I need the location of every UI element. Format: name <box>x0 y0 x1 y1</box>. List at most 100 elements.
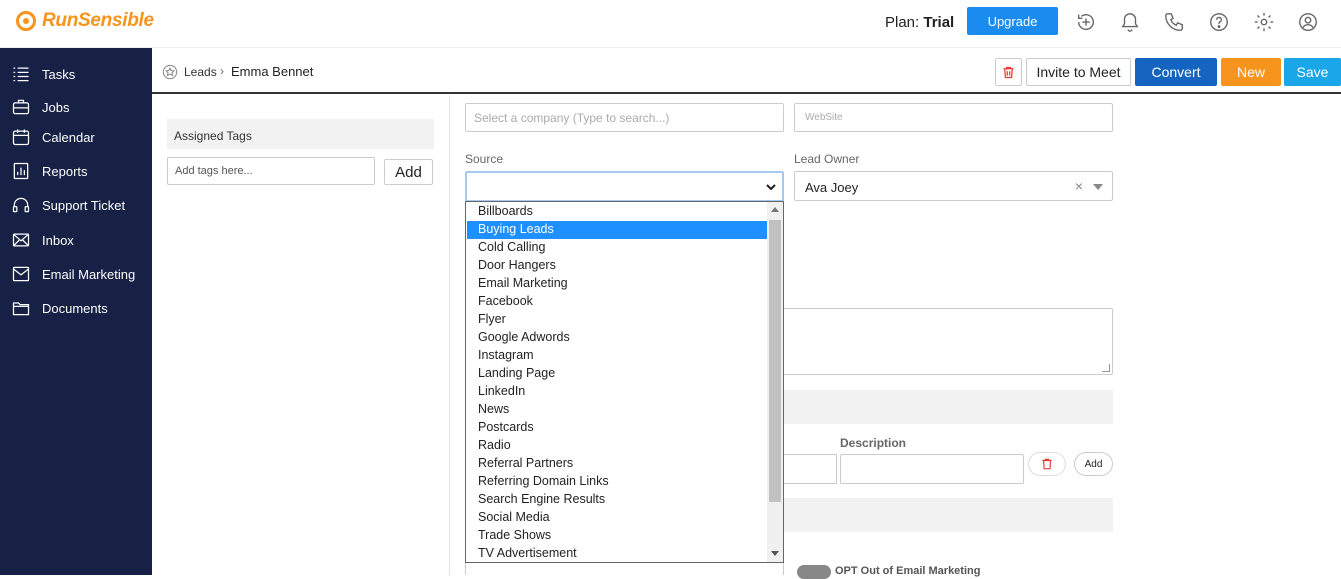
chevron-down-icon <box>766 184 776 191</box>
plan-indicator: Plan: Trial <box>885 14 954 31</box>
add-icon[interactable] <box>1075 11 1097 33</box>
trash-icon <box>1003 66 1014 78</box>
upgrade-button[interactable]: Upgrade <box>967 7 1058 35</box>
jobs-icon <box>10 97 32 117</box>
add-row-button[interactable]: Add <box>1074 452 1113 476</box>
plan-label: Plan: <box>885 14 920 31</box>
sidebar-item-inbox[interactable]: Inbox <box>0 227 152 253</box>
leads-star-icon <box>162 64 178 80</box>
lead-owner-value: Ava Joey <box>805 180 859 195</box>
page-title: Emma Bennet <box>231 64 314 79</box>
scroll-up-icon[interactable] <box>771 207 779 212</box>
source-option[interactable]: Social Media <box>467 509 767 527</box>
source-options-list[interactable]: Billboards Buying Leads Cold Calling Door H… <box>465 201 784 563</box>
source-option[interactable]: Flyer <box>467 311 767 329</box>
sidebar-item-tasks[interactable]: Tasks <box>0 61 152 87</box>
notes-textarea[interactable] <box>781 308 1113 375</box>
description-input[interactable] <box>840 454 1024 484</box>
calendar-icon <box>10 127 32 147</box>
opt-out-label: OPT Out of Email Marketing <box>835 565 981 577</box>
source-option[interactable]: Email Marketing <box>467 275 767 293</box>
brand-name: RunSensible <box>42 10 154 31</box>
new-button[interactable]: New <box>1221 58 1281 86</box>
source-option[interactable]: Facebook <box>467 293 767 311</box>
source-option[interactable]: Google Adwords <box>467 329 767 347</box>
gear-icon[interactable] <box>1253 11 1275 33</box>
help-icon[interactable] <box>1208 11 1230 33</box>
resize-handle-icon[interactable] <box>1102 364 1110 372</box>
user-icon[interactable] <box>1297 11 1319 33</box>
dropdown-scrollbar[interactable] <box>767 202 783 562</box>
sidebar-item-label: Tasks <box>42 66 76 82</box>
sidebar-item-email-marketing[interactable]: Email Marketing <box>0 261 152 287</box>
source-option[interactable]: Referring Domain Links <box>467 473 767 491</box>
email-marketing-icon <box>10 264 32 284</box>
source-option[interactable]: Postcards <box>467 419 767 437</box>
phone-icon[interactable] <box>1163 11 1185 33</box>
breadcrumb-leads[interactable]: Leads <box>184 65 217 79</box>
source-option[interactable]: Radio <box>467 437 767 455</box>
sidebar-item-label: Inbox <box>42 232 74 248</box>
brand-logo[interactable]: RunSensible <box>16 10 154 32</box>
website-input[interactable] <box>794 103 1113 132</box>
remove-row-button[interactable] <box>1028 452 1066 476</box>
lead-owner-label: Lead Owner <box>794 152 860 166</box>
page-header: Leads › Emma Bennet Invite to Meet Conve… <box>152 49 1341 94</box>
company-input[interactable] <box>465 103 784 132</box>
assigned-tags-heading: Assigned Tags <box>167 119 434 149</box>
scroll-down-icon[interactable] <box>771 551 779 556</box>
source-option[interactable]: Door Hangers <box>467 257 767 275</box>
source-option[interactable]: Search Engine Results <box>467 491 767 509</box>
description-label: Description <box>840 436 907 450</box>
source-option[interactable]: Billboards <box>467 203 767 221</box>
sidebar-item-label: Documents <box>42 300 108 316</box>
inbox-icon <box>10 230 32 250</box>
source-option[interactable]: TV Advertisement <box>467 545 767 562</box>
logo-icon <box>16 11 36 31</box>
source-option[interactable]: Landing Page <box>467 365 767 383</box>
source-option[interactable]: Referral Partners <box>467 455 767 473</box>
scrollbar-thumb[interactable] <box>769 220 781 502</box>
value-input[interactable] <box>781 454 837 484</box>
tags-input[interactable] <box>167 157 375 185</box>
sidebar-item-reports[interactable]: Reports <box>0 158 152 184</box>
sidebar: Tasks Jobs Calendar Reports Support Tick… <box>0 48 152 575</box>
source-option[interactable]: Instagram <box>467 347 767 365</box>
delete-button[interactable] <box>995 58 1022 86</box>
bottom-input[interactable] <box>465 562 784 575</box>
breadcrumb-separator-icon: › <box>220 64 224 78</box>
source-select[interactable] <box>465 171 784 202</box>
section-header <box>781 498 1113 532</box>
sidebar-item-label: Reports <box>42 163 88 179</box>
add-tag-button[interactable]: Add <box>384 159 433 185</box>
sidebar-item-documents[interactable]: Documents <box>0 295 152 321</box>
source-option[interactable]: Buying Leads <box>467 221 767 239</box>
convert-button[interactable]: Convert <box>1135 58 1217 86</box>
sidebar-item-label: Email Marketing <box>42 266 136 282</box>
folder-icon <box>10 298 32 318</box>
source-option[interactable]: News <box>467 401 767 419</box>
reports-icon <box>10 161 32 181</box>
trash-icon <box>1042 458 1052 470</box>
sidebar-item-label: Jobs <box>42 99 70 115</box>
source-label: Source <box>465 152 504 166</box>
sidebar-item-jobs[interactable]: Jobs <box>0 94 152 120</box>
source-option[interactable]: Cold Calling <box>467 239 767 257</box>
sidebar-item-support-ticket[interactable]: Support Ticket <box>0 192 152 218</box>
plan-value: Trial <box>923 14 955 31</box>
lead-owner-select[interactable]: Ava Joey × <box>794 171 1113 201</box>
caret-down-icon[interactable] <box>1093 184 1103 190</box>
headset-icon <box>10 195 32 215</box>
sidebar-item-calendar[interactable]: Calendar <box>0 124 152 150</box>
sidebar-item-label: Support Ticket <box>42 197 126 213</box>
opt-out-toggle[interactable] <box>797 565 831 579</box>
tags-panel: Assigned Tags Add <box>152 95 450 575</box>
save-button[interactable]: Save <box>1284 58 1341 86</box>
invite-to-meet-button[interactable]: Invite to Meet <box>1026 58 1131 86</box>
bell-icon[interactable] <box>1119 11 1141 33</box>
top-bar: RunSensible Plan: Trial Upgrade <box>0 0 1341 48</box>
source-option[interactable]: Trade Shows <box>467 527 767 545</box>
clear-icon[interactable]: × <box>1075 178 1083 194</box>
tasks-icon <box>10 64 32 84</box>
source-option[interactable]: LinkedIn <box>467 383 767 401</box>
